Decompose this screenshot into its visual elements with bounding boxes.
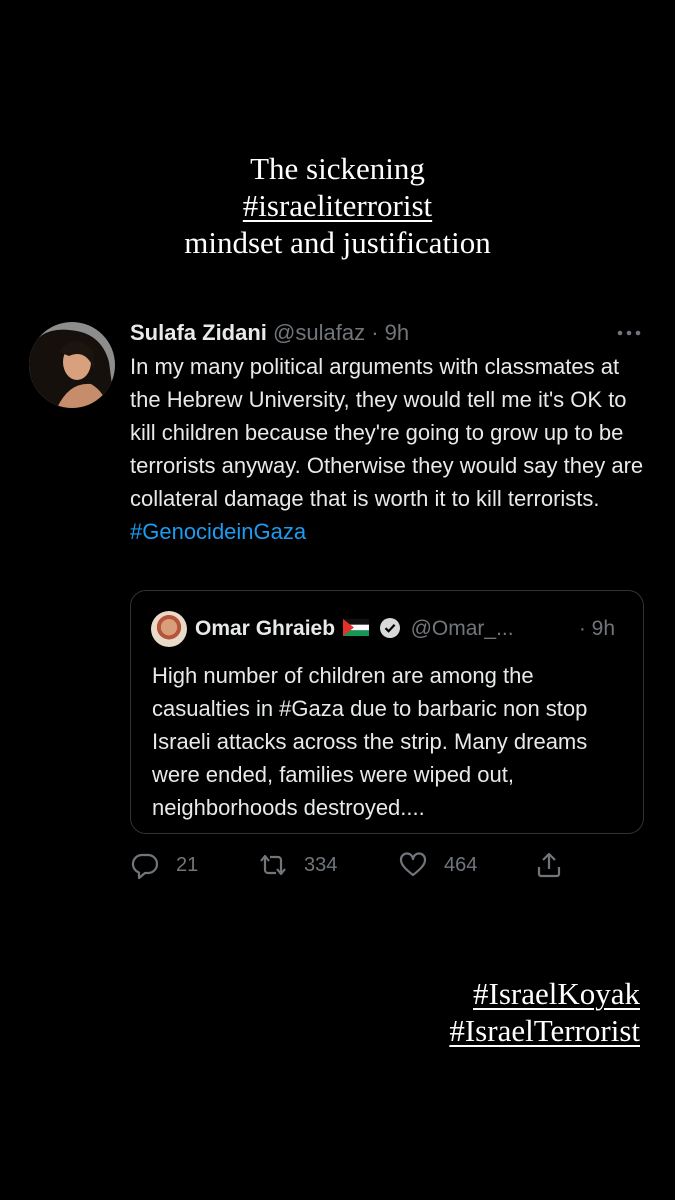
story-hashtags: #IsraelKoyak #IsraelTerrorist xyxy=(449,975,640,1049)
quote-avatar xyxy=(151,611,187,647)
story-hashtag-2[interactable]: #IsraelTerrorist xyxy=(449,1012,640,1049)
quote-time: · 9h xyxy=(578,617,615,640)
share-button[interactable] xyxy=(534,845,564,885)
verified-badge-icon xyxy=(379,618,400,638)
more-horizontal-icon[interactable] xyxy=(613,318,645,348)
quote-author-name: Omar Ghraieb xyxy=(195,617,336,640)
tweet-actions: 21 334 464 xyxy=(130,845,650,885)
quote-handle: @Omar_... xyxy=(410,617,514,640)
tweet-time[interactable]: 9h xyxy=(385,320,409,345)
retweet-icon xyxy=(260,854,286,876)
retweet-button[interactable]: 334 xyxy=(258,845,337,885)
header-separator: · xyxy=(371,320,379,345)
reply-icon xyxy=(131,853,159,880)
quote-body: High number of children are among the ca… xyxy=(152,659,632,824)
tweet-text: In my many political arguments with clas… xyxy=(130,354,644,511)
quote-header: Omar Ghraieb @Omar_... xyxy=(195,614,514,644)
retweet-count: 334 xyxy=(304,853,338,876)
caption-line-1: The sickening xyxy=(250,151,425,186)
tweet-header: Sulafa Zidani @sulafaz · 9h xyxy=(130,318,409,348)
author-name[interactable]: Sulafa Zidani xyxy=(130,320,267,345)
palestine-flag-icon xyxy=(342,619,369,636)
reply-count: 21 xyxy=(176,853,199,876)
avatar[interactable] xyxy=(29,322,115,408)
share-icon xyxy=(537,852,561,878)
caption-line-3: mindset and justification xyxy=(184,225,491,260)
quote-text: High number of children are among the ca… xyxy=(152,663,588,820)
like-count: 464 xyxy=(444,853,478,876)
story-hashtag-1[interactable]: #IsraelKoyak xyxy=(449,975,640,1012)
story-caption: The sickening #israeliterrorist mindset … xyxy=(0,150,675,261)
reply-button[interactable]: 21 xyxy=(130,845,198,885)
tweet-hashtag[interactable]: #GenocideinGaza xyxy=(130,519,306,544)
tweet-body: In my many political arguments with clas… xyxy=(130,350,650,548)
quoted-tweet-card[interactable]: Omar Ghraieb @Omar_... · 9h High number … xyxy=(130,590,644,834)
caption-hashtag[interactable]: #israeliterrorist xyxy=(243,188,432,223)
author-handle[interactable]: @sulafaz xyxy=(273,320,365,345)
like-button[interactable]: 464 xyxy=(398,845,477,885)
heart-icon xyxy=(399,852,427,877)
